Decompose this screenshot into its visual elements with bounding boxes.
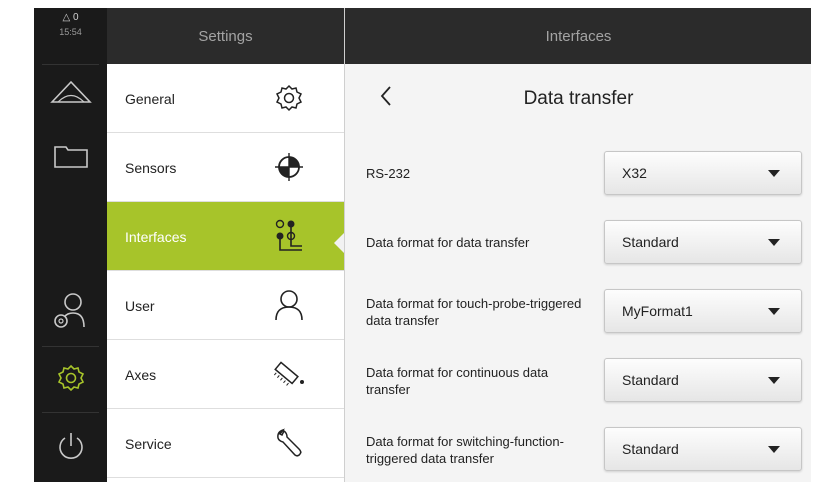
interfaces-icon bbox=[270, 217, 308, 255]
sensor-icon bbox=[270, 148, 308, 186]
power-icon bbox=[56, 430, 86, 467]
user-login-button[interactable] bbox=[34, 283, 107, 343]
selection-pointer bbox=[334, 233, 344, 253]
folder-icon bbox=[53, 143, 89, 174]
menu-item-label: User bbox=[125, 297, 155, 314]
chevron-down-icon bbox=[768, 446, 780, 453]
menu-item-user[interactable]: User bbox=[107, 271, 344, 340]
menu-item-interfaces[interactable]: Interfaces bbox=[107, 202, 344, 271]
file-manager-button[interactable] bbox=[34, 128, 107, 188]
page-title: Data transfer bbox=[523, 87, 634, 109]
settings-header: Settings bbox=[107, 8, 344, 64]
touch-probe-format-dropdown[interactable]: MyFormat1 bbox=[604, 289, 802, 333]
switching-function-format-dropdown[interactable]: Standard bbox=[604, 427, 802, 471]
measure-icon bbox=[49, 79, 92, 110]
settings-gear-icon bbox=[56, 363, 86, 398]
chevron-down-icon bbox=[768, 170, 780, 177]
chevron-down-icon bbox=[768, 377, 780, 384]
main-menu-strip: △ 0 15:54 bbox=[34, 8, 107, 482]
chevron-down-icon bbox=[768, 239, 780, 246]
divider bbox=[42, 346, 99, 347]
menu-item-axes[interactable]: Axes bbox=[107, 340, 344, 409]
dropdown-value: X32 bbox=[622, 165, 647, 181]
wrench-icon bbox=[270, 424, 308, 462]
settings-button[interactable] bbox=[34, 350, 107, 410]
menu-item-label: Sensors bbox=[125, 159, 177, 176]
power-button[interactable] bbox=[34, 418, 107, 478]
setting-row-data-format: Data format for data transfer Standard bbox=[345, 208, 811, 277]
divider bbox=[42, 412, 99, 413]
data-format-dropdown[interactable]: Standard bbox=[604, 220, 802, 264]
axes-icon bbox=[270, 355, 308, 393]
setting-row-continuous-format: Data format for continuous data transfer… bbox=[345, 346, 811, 415]
continuous-format-dropdown[interactable]: Standard bbox=[604, 358, 802, 402]
menu-item-general[interactable]: General bbox=[107, 64, 344, 133]
setting-label: Data format for continuous data transfer bbox=[366, 364, 549, 397]
menu-item-label: General bbox=[125, 90, 175, 107]
interfaces-panel: Interfaces Data transfer RS-232 X32 Data… bbox=[344, 8, 811, 482]
chevron-down-icon bbox=[768, 308, 780, 315]
menu-item-label: Axes bbox=[125, 366, 157, 383]
menu-item-label: Interfaces bbox=[125, 228, 187, 245]
setting-label: RS-232 bbox=[366, 166, 411, 181]
menu-item-sensors[interactable]: Sensors bbox=[107, 133, 344, 202]
app-window: △ 0 15:54 Settings General Sensors Inter… bbox=[34, 8, 811, 482]
setting-label: Data format for data transfer bbox=[366, 235, 530, 250]
clock: 15:54 bbox=[59, 27, 82, 37]
setting-row-touch-probe-format: Data format for touch-probe-triggered da… bbox=[345, 277, 811, 346]
status-area[interactable]: △ 0 15:54 bbox=[34, 8, 107, 64]
user-settings-icon bbox=[53, 291, 89, 336]
rs232-dropdown[interactable]: X32 bbox=[604, 151, 802, 195]
user-icon bbox=[270, 286, 308, 324]
dropdown-value: MyFormat1 bbox=[622, 303, 693, 319]
dropdown-value: Standard bbox=[622, 234, 679, 250]
menu-item-service[interactable]: Service bbox=[107, 409, 344, 478]
menu-item-label: Service bbox=[125, 435, 172, 452]
setting-row-rs232: RS-232 X32 bbox=[345, 139, 811, 208]
settings-menu: Settings General Sensors Interfaces User… bbox=[107, 8, 344, 482]
dropdown-value: Standard bbox=[622, 372, 679, 388]
setting-row-switching-function-format: Data format for switching-function-trigg… bbox=[345, 415, 811, 482]
setting-label: Data format for switching-function-trigg… bbox=[366, 433, 564, 466]
dropdown-value: Standard bbox=[622, 441, 679, 457]
warning-count: △ 0 bbox=[62, 12, 79, 23]
interfaces-header: Interfaces bbox=[345, 8, 811, 64]
setting-label: Data format for touch-probe-triggered da… bbox=[366, 295, 582, 328]
measure-button[interactable] bbox=[34, 64, 107, 124]
gear-icon bbox=[270, 79, 308, 117]
